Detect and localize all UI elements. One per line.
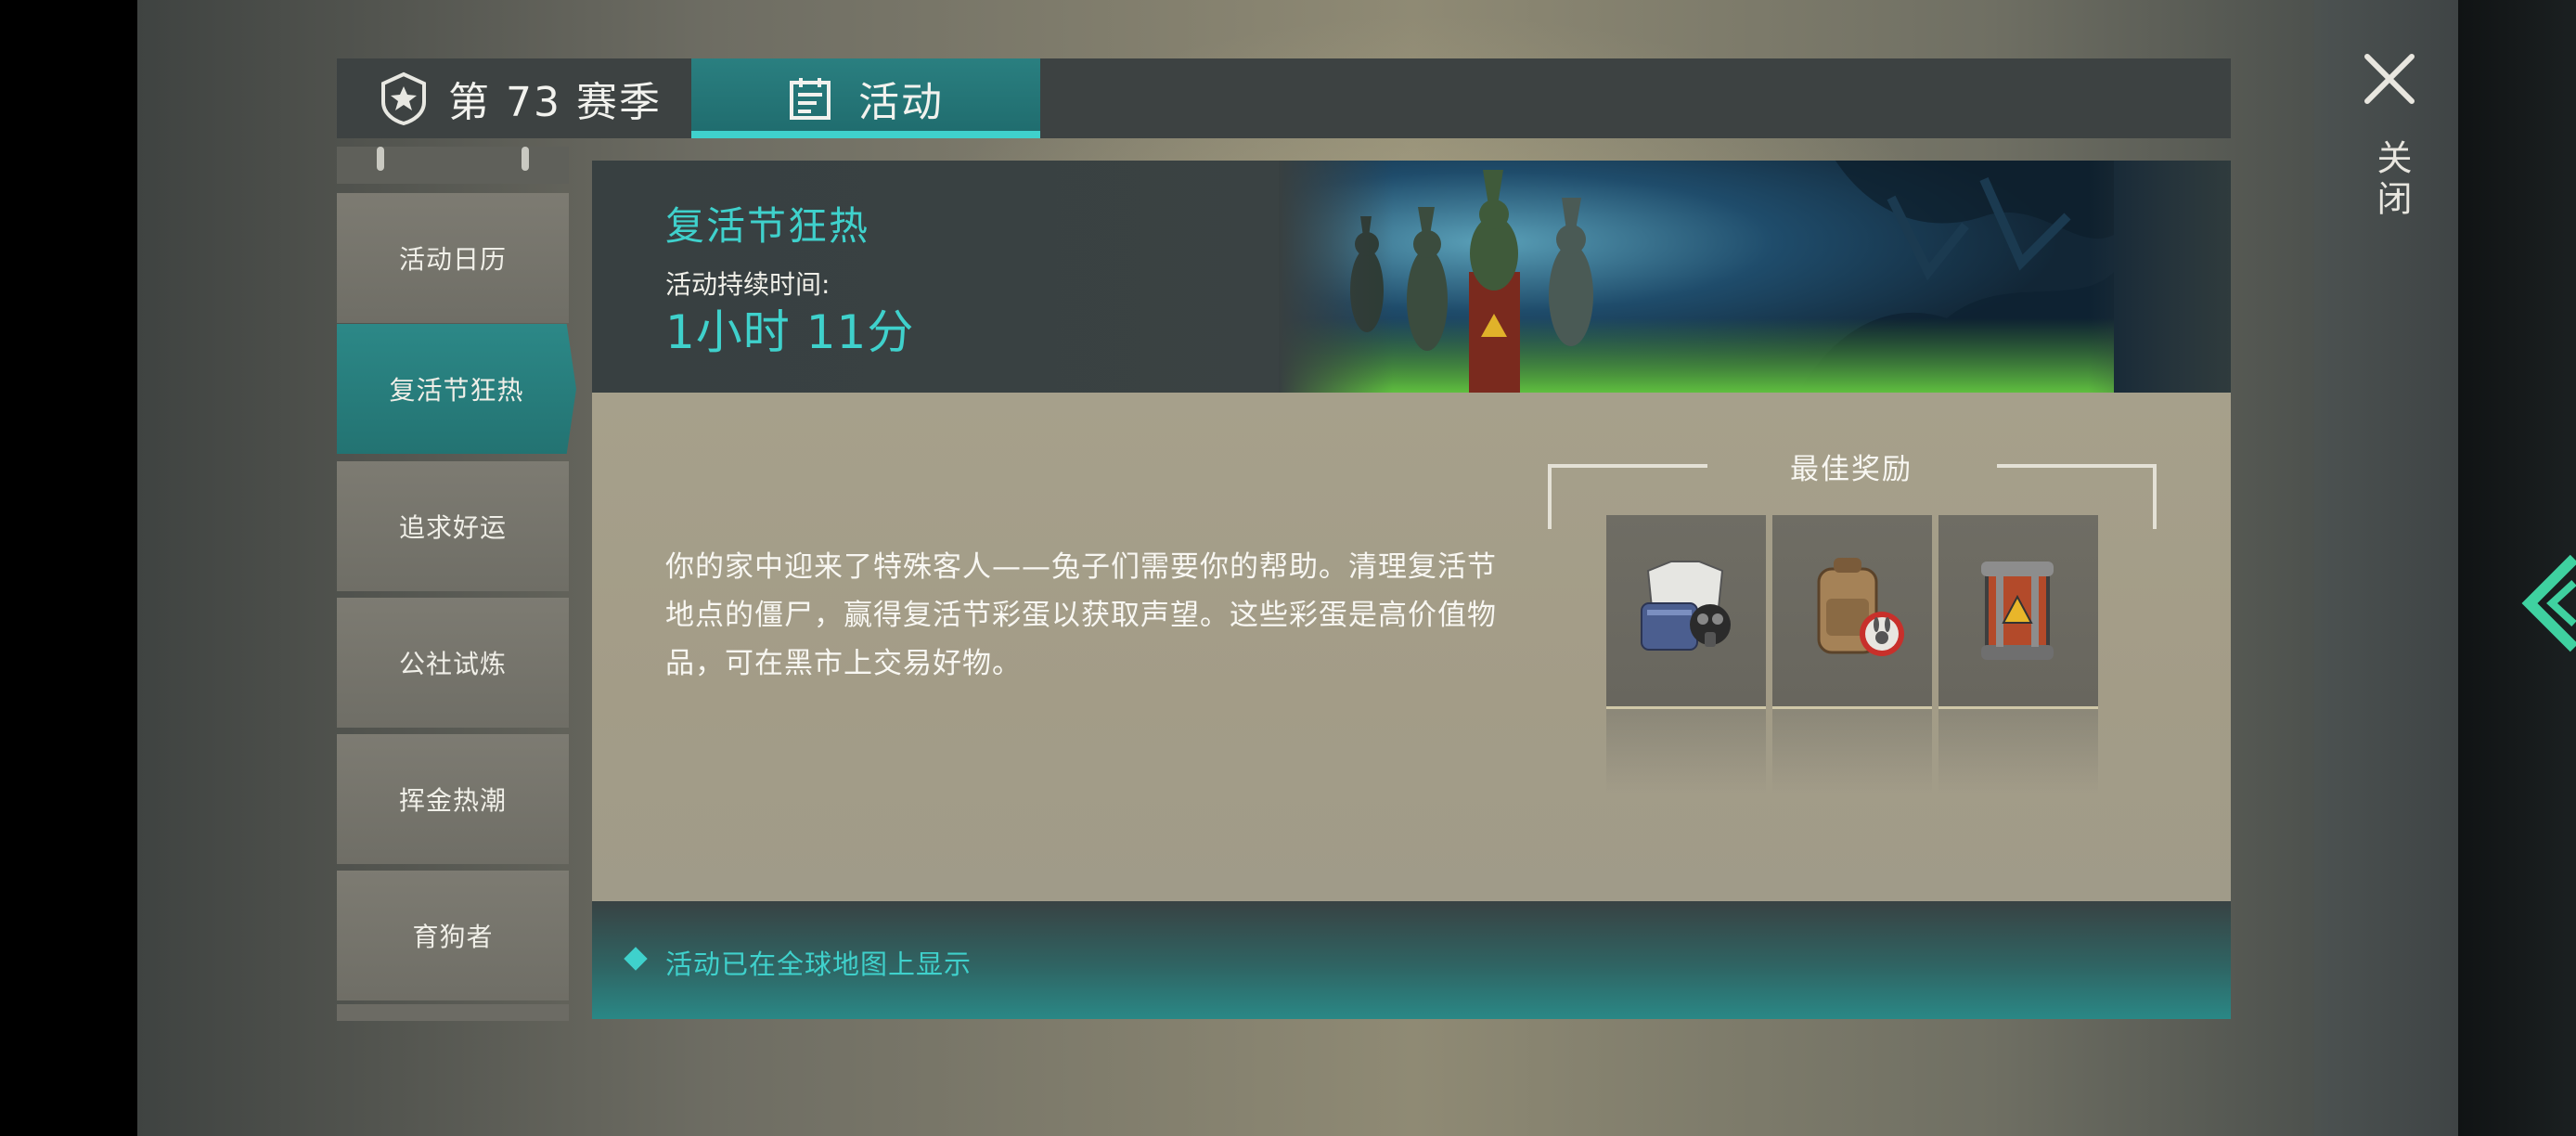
sidebar-item-label: 育狗者 [412,922,494,952]
rewards-frame-line [1997,464,2157,468]
tab-season-label: 第 73 赛季 [448,79,662,126]
reward-reflection [1772,709,1932,793]
sidebar-item-label: 追求好运 [398,512,507,543]
sidebar-item-label: 公社试炼 [398,649,507,679]
sidebar-item-label: 活动日历 [398,244,507,275]
event-title: 复活节狂热 [665,203,870,249]
bunny-soldiers-banner [1279,161,2231,393]
tab-activity[interactable]: 活动 [691,58,1040,138]
reward-item[interactable] [1938,515,2098,709]
sidebar-item-spending-spree[interactable]: 挥金热潮 [337,734,569,864]
rewards-frame-line [2153,464,2157,529]
sidebar-item-dog-breeder[interactable]: 育狗者 [337,871,569,1000]
close-icon[interactable] [2362,51,2417,107]
sidebar-scroll-bottom [337,1004,569,1021]
tab-activity-label: 活动 [858,79,944,126]
season-shield-icon [381,71,426,125]
backpack-bunny-icon [1817,558,1904,656]
sidebar-item-commune-trial[interactable]: 公社试炼 [337,598,569,728]
event-description: 你的家中迎来了特殊客人——兔子们需要你的帮助。清理复活节地点的僵尸，赢得复活节彩… [665,550,1497,680]
rewards-frame-line [1548,464,1707,468]
sidebar-item-good-luck[interactable]: 追求好运 [337,461,569,591]
event-duration-value: 1小时 11分 [665,305,915,359]
rewards-frame-line [1548,464,1552,529]
calendar-icon [790,78,831,120]
sidebar-scroll-top [337,147,569,184]
reward-reflection [1938,709,2098,793]
sidebar-item-easter-frenzy[interactable]: 复活节狂热 [337,324,576,454]
scroll-pin [377,147,384,171]
sidebar-item-label: 挥金热潮 [398,785,507,816]
close-button-label[interactable]: 关闭 [2366,139,2417,221]
rewards-title: 最佳奖励 [1790,453,1913,486]
hazard-canister-icon [1981,562,2054,660]
reward-item[interactable] [1772,515,1932,709]
chevron-left-icon[interactable] [2520,548,2576,659]
scroll-pin [522,147,529,171]
footer-map-notice: 活动已在全球地图上显示 [665,949,972,980]
reward-item[interactable] [1606,515,1766,709]
reward-reflection [1606,709,1766,793]
tab-season[interactable]: 第 73 赛季 [337,58,691,138]
armor-gasmask-icon [1641,561,1731,651]
sidebar-item-label: 复活节狂热 [389,375,524,406]
sidebar-item-calendar[interactable]: 活动日历 [337,193,569,323]
